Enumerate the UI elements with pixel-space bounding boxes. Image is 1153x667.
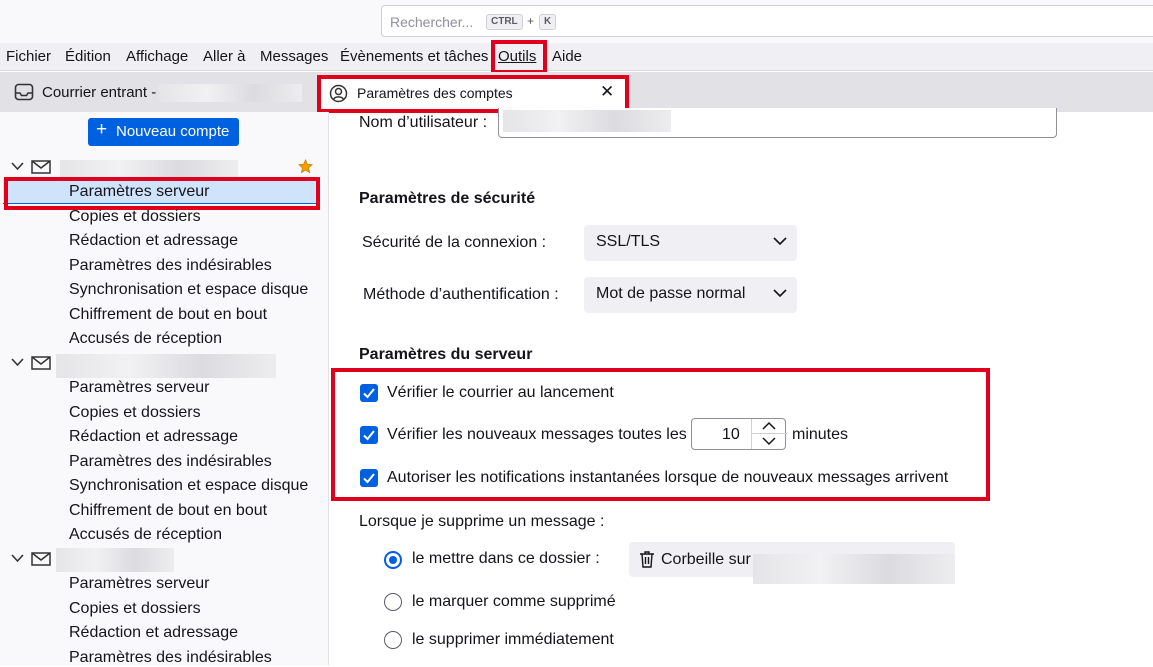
plus-icon: +	[96, 119, 108, 140]
allow-push-label[interactable]: Autoriser les notifications instantanées…	[387, 469, 948, 487]
sidebar-item-copies-folders[interactable]: Copies et dossiers	[69, 404, 201, 422]
menu-aller-a[interactable]: Aller à	[203, 48, 246, 65]
sidebar-item-copies-folders[interactable]: Copies et dossiers	[69, 208, 201, 226]
new-account-button[interactable]: + Nouveau compte	[88, 118, 239, 146]
radio-delete-label[interactable]: le supprimer immédiatement	[412, 631, 614, 649]
sidebar-item-junk[interactable]: Paramètres des indésirables	[69, 257, 272, 275]
menu-messages[interactable]: Messages	[260, 48, 328, 65]
menu-edition[interactable]: Édition	[65, 48, 111, 65]
sidebar-item-sync-storage[interactable]: Synchronisation et espace disque	[69, 281, 308, 299]
mail-account-icon	[31, 160, 51, 174]
connection-security-value: SSL/TLS	[596, 233, 661, 250]
mail-account-icon	[31, 356, 51, 370]
sidebar-item-junk[interactable]: Paramètres des indésirables	[69, 649, 272, 667]
sidebar-item-composition[interactable]: Rédaction et adressage	[69, 624, 238, 642]
chevron-down-icon[interactable]	[11, 159, 24, 174]
minutes-label: minutes	[792, 426, 849, 443]
menu-aide[interactable]: Aide	[552, 48, 582, 65]
menu-bar: Fichier Édition Affichage Aller à Messag…	[0, 43, 1153, 71]
radio-move-to-folder[interactable]	[384, 551, 402, 569]
interval-value: 10	[722, 426, 740, 443]
menu-affichage[interactable]: Affichage	[126, 48, 188, 65]
chevron-down-icon	[773, 289, 787, 298]
trash-icon	[640, 551, 654, 568]
security-heading: Paramètres de sécurité	[359, 190, 536, 207]
auth-method-label: Méthode d’authentification :	[363, 286, 559, 303]
auth-method-select[interactable]: Mot de passe normal	[584, 277, 797, 313]
highlight-outils	[491, 40, 547, 74]
sidebar-item-composition[interactable]: Rédaction et adressage	[69, 428, 238, 446]
tab-inbox[interactable]: Courrier entrant -	[0, 72, 316, 112]
chevron-down-icon	[773, 237, 787, 246]
shortcut-plus: +	[527, 14, 535, 28]
interval-stepper[interactable]: 10	[691, 418, 787, 450]
sidebar-item-composition[interactable]: Rédaction et adressage	[69, 232, 238, 250]
redacted-account-name	[56, 354, 276, 378]
search-input[interactable]: Rechercher... CTRL + K	[381, 5, 1153, 37]
redacted-username	[503, 110, 671, 132]
chevron-down-icon[interactable]	[11, 551, 24, 566]
sidebar-item-server-settings[interactable]: Paramètres serveur	[69, 379, 210, 397]
check-every-label[interactable]: Vérifier les nouveaux messages toutes le…	[387, 426, 687, 444]
stepper-divider	[752, 433, 787, 434]
redacted-account-name	[56, 548, 174, 572]
stepper-buttons	[751, 419, 787, 449]
auth-method-value: Mot de passe normal	[596, 285, 746, 302]
sidebar-item-server-settings[interactable]: Paramètres serveur	[69, 183, 210, 201]
sidebar-item-junk[interactable]: Paramètres des indésirables	[69, 453, 272, 471]
trash-folder-label: Corbeille sur	[661, 551, 751, 568]
shortcut-key-k: K	[539, 14, 557, 30]
sidebar-item-e2e-encryption[interactable]: Chiffrement de bout en bout	[69, 306, 267, 324]
sidebar-item-copies-folders[interactable]: Copies et dossiers	[69, 600, 201, 618]
search-placeholder: Rechercher...	[390, 14, 474, 30]
sidebar-item-server-settings[interactable]: Paramètres serveur	[69, 575, 210, 593]
new-account-label: Nouveau compte	[116, 123, 230, 140]
check-on-startup-label[interactable]: Vérifier le courrier au lancement	[387, 384, 614, 402]
radio-move-label[interactable]: le mettre dans ce dossier :	[412, 550, 600, 568]
chevron-down-icon[interactable]	[11, 355, 24, 370]
shortcut-key-ctrl: CTRL	[486, 14, 523, 30]
star-icon	[298, 159, 313, 174]
menu-evenements-taches[interactable]: Évènements et tâches	[340, 48, 488, 65]
connection-security-label: Sécurité de la connexion :	[362, 234, 547, 251]
tab-inbox-label: Courrier entrant -	[42, 84, 157, 101]
chevron-up-icon[interactable]	[762, 421, 776, 431]
redacted-folder-account	[753, 554, 955, 584]
inbox-icon	[14, 83, 34, 101]
menu-fichier[interactable]: Fichier	[6, 48, 51, 65]
mail-account-icon	[31, 552, 51, 566]
redacted-account-name	[60, 160, 238, 178]
check-every-checkbox[interactable]	[360, 426, 378, 444]
redacted-account-name	[158, 84, 302, 102]
radio-mark-deleted[interactable]	[384, 593, 402, 611]
connection-security-select[interactable]: SSL/TLS	[584, 225, 797, 261]
sidebar-item-e2e-encryption[interactable]: Chiffrement de bout en bout	[69, 502, 267, 520]
sidebar-item-sync-storage[interactable]: Synchronisation et espace disque	[69, 477, 308, 495]
username-label: Nom d’utilisateur :	[359, 114, 488, 131]
radio-mark-label[interactable]: le marquer comme supprimé	[412, 593, 616, 611]
server-settings-heading: Paramètres du serveur	[359, 346, 533, 363]
chevron-down-icon[interactable]	[762, 436, 776, 446]
radio-delete-immediately[interactable]	[384, 631, 402, 649]
sidebar-item-receipts[interactable]: Accusés de réception	[69, 526, 222, 544]
username-field[interactable]	[498, 108, 1057, 138]
delete-heading: Lorsque je supprime un message :	[359, 513, 605, 530]
sidebar-item-receipts[interactable]: Accusés de réception	[69, 330, 222, 348]
check-on-startup-checkbox[interactable]	[360, 384, 378, 402]
allow-push-checkbox[interactable]	[360, 469, 378, 487]
top-toolbar: Rechercher... CTRL + K	[0, 0, 1153, 43]
trash-folder-picker[interactable]: Corbeille sur	[629, 542, 955, 584]
